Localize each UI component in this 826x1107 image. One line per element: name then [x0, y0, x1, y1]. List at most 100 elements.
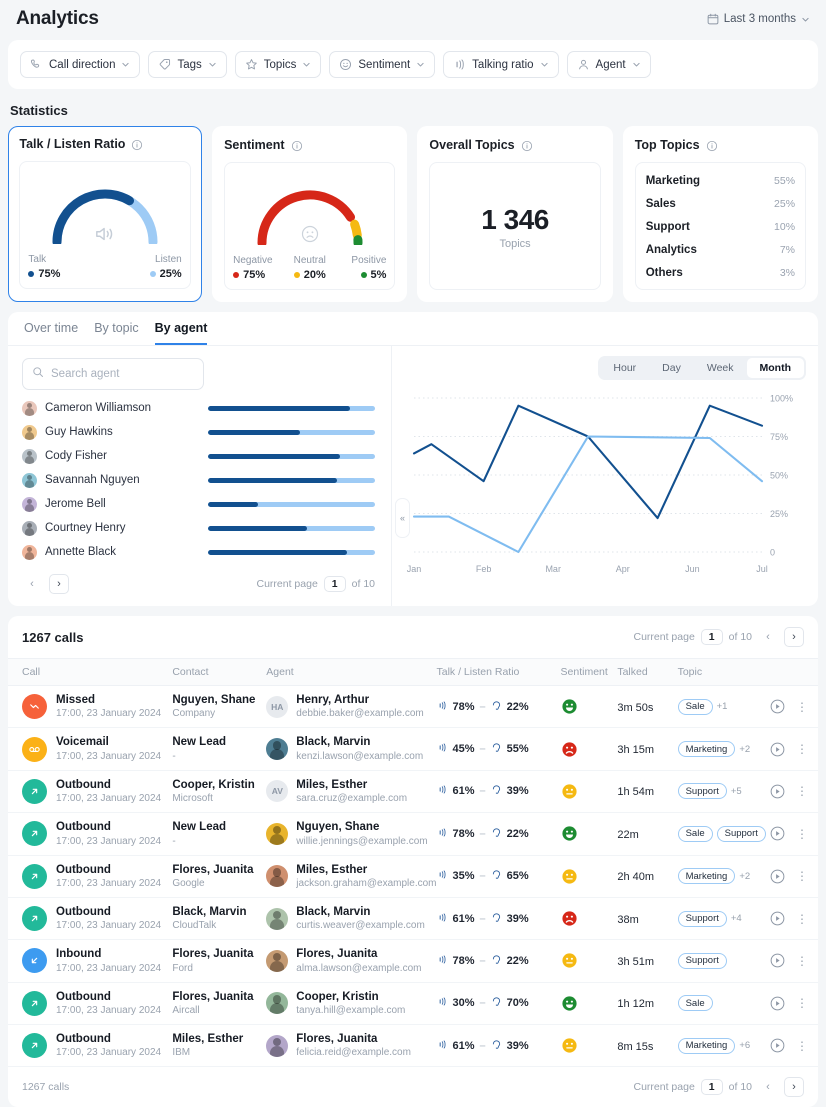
topic-chip[interactable]: Support	[717, 826, 766, 842]
agent-row[interactable]: Cameron Williamson	[22, 396, 391, 420]
calls-page-label: Current page	[634, 631, 695, 643]
separator: –	[480, 870, 486, 882]
table-row[interactable]: Inbound 17:00, 23 January 2024 Flores, J…	[8, 940, 818, 982]
play-icon[interactable]	[769, 741, 786, 758]
more-options-icon[interactable]: ⋮	[796, 742, 808, 756]
listen-pct: 65%	[507, 870, 529, 882]
search-agent-input[interactable]: Search agent	[22, 358, 204, 390]
listen-icon	[491, 700, 502, 714]
agent-email: alma.lawson@example.com	[296, 962, 421, 975]
cell-talked: 3h 51m	[617, 940, 677, 982]
agent-next-page-button[interactable]: ›	[49, 574, 69, 594]
table-row[interactable]: Outbound 17:00, 23 January 2024 Miles, E…	[8, 1025, 818, 1067]
listen-pct: 22%	[507, 955, 529, 967]
legend-dot	[150, 271, 156, 277]
calls-table-body: Missed 17:00, 23 January 2024 Nguyen, Sh…	[8, 686, 818, 1067]
table-row[interactable]: Outbound 17:00, 23 January 2024 Cooper, …	[8, 770, 818, 812]
play-icon[interactable]	[769, 825, 786, 842]
calls-page-number[interactable]: 1	[701, 1079, 723, 1095]
more-options-icon[interactable]: ⋮	[796, 700, 808, 714]
more-options-icon[interactable]: ⋮	[796, 1039, 808, 1053]
info-icon[interactable]	[706, 139, 718, 151]
topic-overflow-count: +2	[739, 871, 750, 882]
more-options-icon[interactable]: ⋮	[796, 827, 808, 841]
card-overall-topics[interactable]: Overall Topics 1 346 Topics	[417, 126, 612, 302]
calls-table-header: 1267 calls Current page 1 of 10 ‹ ›	[8, 616, 818, 658]
talk-icon	[437, 869, 448, 883]
agent-row[interactable]: Savannah Nguyen	[22, 468, 391, 492]
agent-row[interactable]: Guy Hawkins	[22, 420, 391, 444]
date-range-selector[interactable]: Last 3 months	[707, 13, 810, 25]
calls-next-page-button[interactable]: ›	[784, 1077, 804, 1097]
agent-page-number[interactable]: 1	[324, 576, 346, 592]
double-chevron-left-icon[interactable]: «	[395, 498, 410, 538]
agent-row[interactable]: Courtney Henry	[22, 516, 391, 540]
tab-by-topic[interactable]: By topic	[94, 321, 138, 345]
calls-prev-page-button[interactable]: ‹	[758, 627, 778, 647]
play-icon[interactable]	[769, 868, 786, 885]
granularity-hour[interactable]: Hour	[600, 358, 649, 378]
filter-agent[interactable]: Agent	[567, 51, 651, 78]
call-time: 17:00, 23 January 2024	[56, 792, 161, 805]
agent-prev-page-button[interactable]: ‹	[22, 574, 42, 594]
table-row[interactable]: Outbound 17:00, 23 January 2024 Flores, …	[8, 855, 818, 897]
granularity-day[interactable]: Day	[649, 358, 694, 378]
filter-sentiment[interactable]: Sentiment	[329, 51, 435, 78]
cell-agent: Flores, Juanita alma.lawson@example.com	[266, 940, 436, 982]
topic-chip[interactable]: Sale	[678, 826, 713, 842]
topic-chip[interactable]: Marketing	[678, 868, 736, 884]
info-icon[interactable]	[291, 139, 303, 151]
table-row[interactable]: Voicemail 17:00, 23 January 2024 New Lea…	[8, 728, 818, 770]
analytics-tabs: Over time By topic By agent	[8, 312, 818, 346]
table-row[interactable]: Outbound 17:00, 23 January 2024 New Lead…	[8, 813, 818, 855]
topic-chip[interactable]: Sale	[678, 699, 713, 715]
play-icon[interactable]	[769, 698, 786, 715]
tab-over-time[interactable]: Over time	[24, 321, 78, 345]
topic-chip[interactable]: Support	[678, 783, 727, 799]
top-topic-row: Support 10%	[646, 215, 795, 238]
topic-chip[interactable]: Marketing	[678, 741, 736, 757]
play-icon[interactable]	[769, 952, 786, 969]
filter-call-direction[interactable]: Call direction	[20, 51, 140, 78]
info-icon[interactable]	[521, 139, 533, 151]
table-row[interactable]: Outbound 17:00, 23 January 2024 Black, M…	[8, 897, 818, 939]
filter-talking-ratio[interactable]: Talking ratio	[443, 51, 558, 78]
agent-row[interactable]: Annette Black	[22, 540, 391, 564]
play-icon[interactable]	[769, 910, 786, 927]
legend-label: Neutral	[294, 255, 326, 266]
svg-text:75%: 75%	[770, 432, 788, 442]
more-options-icon[interactable]: ⋮	[796, 954, 808, 968]
filter-topics[interactable]: Topics	[235, 51, 322, 78]
cell-talked: 22m	[617, 813, 677, 855]
calls-page-number[interactable]: 1	[701, 629, 723, 645]
more-options-icon[interactable]: ⋮	[796, 869, 808, 883]
filter-bar: Call direction Tags Topics Sentiment Tal…	[8, 40, 818, 89]
topic-chip[interactable]: Support	[678, 911, 727, 927]
cell-call: Inbound 17:00, 23 January 2024	[8, 940, 172, 982]
more-options-icon[interactable]: ⋮	[796, 784, 808, 798]
filter-tags[interactable]: Tags	[148, 51, 226, 78]
card-top-topics[interactable]: Top Topics Marketing 55% Sales 25% Suppo…	[623, 126, 818, 302]
card-sentiment[interactable]: Sentiment Negative	[212, 126, 407, 302]
info-icon[interactable]	[131, 138, 143, 150]
play-icon[interactable]	[769, 1037, 786, 1054]
table-row[interactable]: Missed 17:00, 23 January 2024 Nguyen, Sh…	[8, 686, 818, 728]
agent-row[interactable]: Jerome Bell	[22, 492, 391, 516]
calls-prev-page-button[interactable]: ‹	[758, 1077, 778, 1097]
card-talk-listen-ratio[interactable]: Talk / Listen Ratio Talk	[8, 126, 202, 302]
table-row[interactable]: Outbound 17:00, 23 January 2024 Flores, …	[8, 982, 818, 1024]
topic-chip[interactable]: Sale	[678, 995, 713, 1011]
avatar-initials: AV	[266, 780, 288, 802]
more-options-icon[interactable]: ⋮	[796, 996, 808, 1010]
granularity-week[interactable]: Week	[694, 358, 747, 378]
cell-contact: Flores, Juanita Aircall	[172, 982, 266, 1024]
tab-by-agent[interactable]: By agent	[155, 321, 208, 345]
more-options-icon[interactable]: ⋮	[796, 912, 808, 926]
granularity-month[interactable]: Month	[747, 358, 805, 378]
topic-chip[interactable]: Support	[678, 953, 727, 969]
agent-row[interactable]: Cody Fisher	[22, 444, 391, 468]
play-icon[interactable]	[769, 783, 786, 800]
play-icon[interactable]	[769, 995, 786, 1012]
topic-chip[interactable]: Marketing	[678, 1038, 736, 1054]
calls-next-page-button[interactable]: ›	[784, 627, 804, 647]
